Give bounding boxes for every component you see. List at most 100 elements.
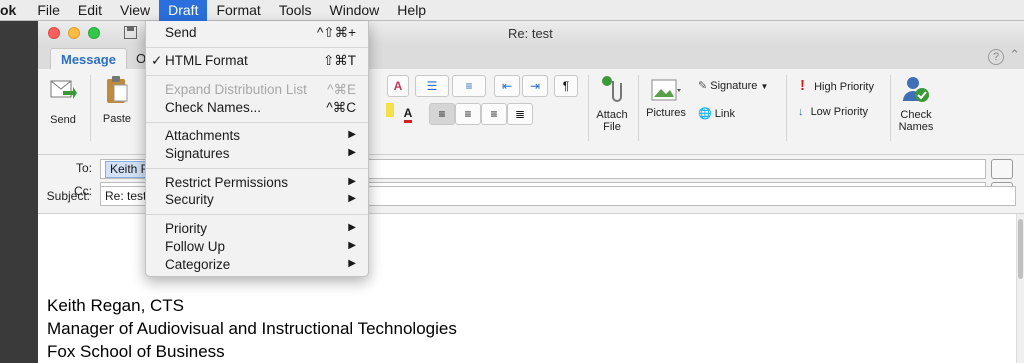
signature-button[interactable]: ✎ Signature ▼: [698, 79, 768, 92]
link-label: Link: [714, 108, 735, 120]
menu-divider: [146, 75, 368, 76]
submenu-arrow-icon: ▶: [348, 258, 356, 269]
picture-icon: [644, 79, 688, 104]
chevron-down-icon: ▼: [760, 82, 769, 91]
numbering-button[interactable]: ≡: [452, 75, 486, 97]
submenu-arrow-icon: ▶: [348, 129, 356, 140]
align-center-button[interactable]: ≡: [455, 103, 481, 125]
clear-formatting-button[interactable]: A: [387, 75, 409, 97]
outdent-icon: ⇤: [501, 79, 513, 93]
submenu-arrow-icon: ▶: [348, 193, 356, 204]
to-label: To:: [75, 161, 92, 175]
save-icon[interactable]: [124, 26, 137, 42]
tab-message[interactable]: Message: [50, 48, 127, 69]
align-left-button[interactable]: ≡: [429, 103, 455, 125]
person-check-icon: [894, 75, 938, 106]
collapse-ribbon-icon[interactable]: ⌃: [1009, 47, 1020, 63]
subject-label: Subject:: [46, 189, 90, 203]
link-button[interactable]: 🌐 Link: [698, 107, 735, 120]
menu-format[interactable]: Format: [207, 0, 269, 21]
pictures-button[interactable]: Pictures: [644, 79, 688, 119]
window-title: Re: test: [508, 26, 553, 41]
menu-view[interactable]: View: [111, 0, 159, 21]
down-arrow-icon: ↓: [798, 106, 804, 118]
send-label: Send: [50, 114, 76, 126]
show-formatting-button[interactable]: ¶: [554, 75, 578, 97]
menu-help[interactable]: Help: [388, 0, 435, 21]
bullet-list-icon: ☰: [426, 79, 438, 93]
pilcrow-icon: ¶: [562, 79, 570, 93]
submenu-arrow-icon: ▶: [348, 147, 356, 158]
bullets-button[interactable]: ☰: [415, 75, 449, 97]
align-left-icon: ≡: [438, 107, 446, 121]
font-color-icon: A: [403, 106, 413, 123]
menu-draft[interactable]: Draft: [159, 0, 208, 21]
clipboard-icon: [96, 75, 138, 108]
menu-item-expand-distribution-list: Expand Distribution List ^⌘E: [165, 82, 356, 97]
low-priority-label: Low Priority: [810, 106, 869, 118]
menu-divider: [146, 122, 368, 123]
paperclip-icon: [594, 75, 630, 106]
justify-button[interactable]: ≣: [507, 103, 533, 125]
menu-item-priority[interactable]: Priority ▶: [146, 220, 368, 238]
send-icon: [46, 77, 80, 106]
help-icon[interactable]: ?: [988, 49, 1004, 65]
menu-item-restrict-permissions[interactable]: Restrict Permissions ▶: [146, 174, 368, 192]
menu-item-send[interactable]: Send ^⇧⌘+: [146, 24, 368, 42]
align-center-icon: ≡: [464, 107, 472, 121]
check-names-ribbon-button[interactable]: Check Names: [894, 75, 938, 133]
justify-icon: ≣: [514, 107, 526, 121]
increase-indent-button[interactable]: ⇥: [522, 75, 548, 97]
close-window-button[interactable]: [48, 27, 60, 39]
zoom-window-button[interactable]: [88, 27, 100, 39]
scrollbar-thumb[interactable]: [1018, 219, 1023, 279]
align-right-icon: ≡: [490, 107, 498, 121]
decrease-indent-button[interactable]: ⇤: [494, 75, 520, 97]
draft-menu: Send ^⇧⌘+ ✓ HTML Format ⇧⌘T Expand Distr…: [145, 21, 369, 277]
paste-label: Paste: [102, 113, 132, 125]
globe-link-icon: 🌐: [698, 108, 712, 120]
align-right-button[interactable]: ≡: [481, 103, 507, 125]
paste-button[interactable]: Paste: [96, 75, 138, 125]
menu-item-html-format[interactable]: ✓ HTML Format ⇧⌘T: [146, 52, 368, 70]
menu-divider: [146, 47, 368, 48]
indent-icon: ⇥: [529, 79, 541, 93]
high-priority-label: High Priority: [814, 81, 874, 93]
signature-label: Signature: [710, 80, 758, 92]
window-controls: [48, 27, 100, 39]
signature-line-1: Keith Regan, CTS: [47, 296, 185, 315]
attach-file-button[interactable]: Attach File: [594, 75, 630, 133]
menu-bar: ok File Edit View Draft Format Tools Win…: [0, 0, 1024, 21]
pictures-label: Pictures: [646, 107, 686, 119]
check-names-label: Check Names: [898, 109, 934, 133]
menu-divider: [146, 214, 368, 215]
menu-item-follow-up[interactable]: Follow Up ▶: [146, 238, 368, 256]
signature-icon: ✎: [698, 80, 708, 92]
menu-edit[interactable]: Edit: [69, 0, 111, 21]
address-book-icon[interactable]: [991, 159, 1013, 179]
menu-tools[interactable]: Tools: [270, 0, 321, 21]
exclamation-icon: !: [800, 77, 805, 94]
attach-file-label: Attach File: [596, 109, 628, 133]
submenu-arrow-icon: ▶: [348, 222, 356, 233]
checkmark-icon: ✓: [151, 53, 163, 68]
font-color-button[interactable]: A: [393, 103, 423, 125]
send-button[interactable]: Send: [46, 77, 80, 126]
menu-item-check-names[interactable]: Check Names... ^⌘C: [146, 99, 368, 117]
menu-item-signatures[interactable]: Signatures ▶: [146, 145, 368, 163]
menu-file[interactable]: File: [28, 0, 69, 21]
eraser-icon: A: [393, 79, 403, 93]
low-priority-button[interactable]: ↓ Low Priority: [798, 106, 868, 118]
signature-line-2: Manager of Audiovisual and Instructional…: [47, 319, 457, 338]
menu-divider: [146, 168, 368, 169]
menu-item-attachments[interactable]: Attachments ▶: [146, 127, 368, 145]
numbered-list-icon: ≡: [465, 79, 473, 93]
minimize-window-button[interactable]: [68, 27, 80, 39]
submenu-arrow-icon: ▶: [348, 176, 356, 187]
menu-item-security[interactable]: Security ▶: [146, 191, 368, 209]
menu-item-categorize[interactable]: Categorize ▶: [146, 256, 368, 274]
menu-window[interactable]: Window: [321, 0, 389, 21]
submenu-arrow-icon: ▶: [348, 240, 356, 251]
menu-app[interactable]: ok: [0, 0, 28, 21]
high-priority-button[interactable]: ! High Priority: [800, 77, 874, 94]
